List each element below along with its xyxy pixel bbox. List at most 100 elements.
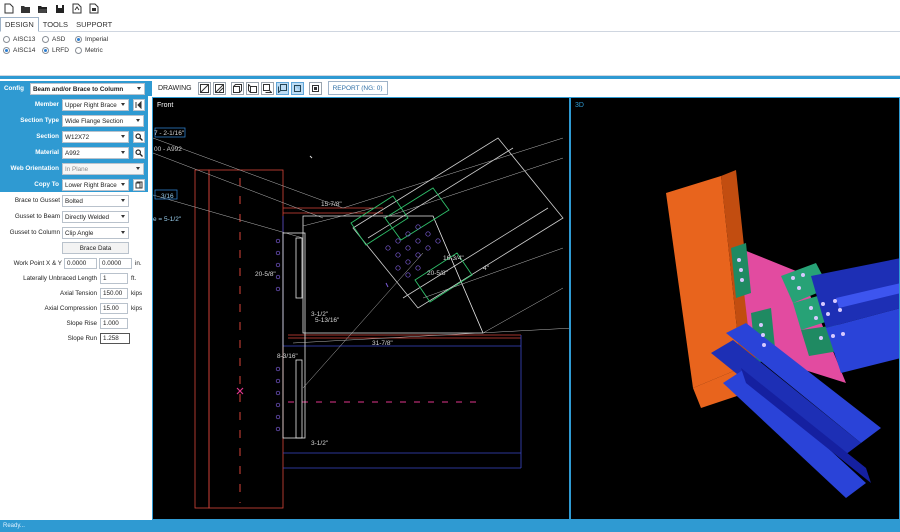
section-value: W12X72 bbox=[65, 133, 90, 141]
tab-support[interactable]: SUPPORT bbox=[72, 17, 116, 32]
brace-data-button[interactable]: Brace Data bbox=[62, 242, 129, 254]
dim-label-8: 5-13/16" bbox=[315, 317, 340, 324]
section-type-value: Wide Flange Section bbox=[65, 117, 124, 125]
section-type-select[interactable]: Wide Flange Section bbox=[62, 115, 144, 127]
chevron-down-icon bbox=[121, 151, 125, 154]
arrow-icon bbox=[135, 101, 142, 109]
material-search-button[interactable] bbox=[133, 147, 145, 159]
member-select[interactable]: Upper Right Brace bbox=[62, 99, 129, 111]
front-view-canvas[interactable]: 7 - 2-1/16" 00 - A992 3/16 e = 5-1/2" 15… bbox=[152, 97, 570, 520]
cube-icon bbox=[277, 83, 287, 93]
front-view-label: Front bbox=[157, 102, 174, 109]
radio-aisc14[interactable]: AISC14 bbox=[3, 47, 35, 54]
status-bar: Ready... bbox=[0, 520, 900, 532]
radio-indicator bbox=[75, 47, 82, 54]
cube-icon bbox=[232, 83, 242, 93]
copy-icon bbox=[135, 181, 143, 189]
axial-tension-unit: kips bbox=[131, 290, 143, 297]
config-select[interactable]: Beam and/or Brace to Column bbox=[30, 83, 145, 95]
cube-icon bbox=[293, 84, 301, 92]
save-icon[interactable] bbox=[53, 2, 66, 15]
radio-aisc13[interactable]: AISC13 bbox=[3, 36, 35, 43]
radio-label: ASD bbox=[52, 36, 66, 43]
work-point-x-input[interactable]: 0.0000 bbox=[64, 258, 97, 269]
tab-tools[interactable]: TOOLS bbox=[39, 17, 72, 32]
gusset-to-beam-select[interactable]: Directly Welded bbox=[62, 211, 129, 223]
drawing-label: DRAWING bbox=[158, 84, 192, 92]
slope-run-input[interactable]: 1.258 bbox=[100, 333, 130, 344]
radio-asd[interactable]: ASD bbox=[42, 36, 65, 43]
axial-compression-input[interactable]: 15.00 bbox=[100, 303, 128, 314]
axial-tension-input[interactable]: 150.00 bbox=[100, 288, 128, 299]
material-select[interactable]: A992 bbox=[62, 147, 129, 159]
gusset-to-beam-value: Directly Welded bbox=[65, 213, 109, 221]
chevron-down-icon bbox=[121, 231, 125, 234]
column-outline bbox=[194, 169, 521, 509]
radio-label: Metric bbox=[85, 47, 103, 54]
view-iso2-button[interactable] bbox=[245, 81, 259, 95]
new-icon[interactable] bbox=[2, 2, 15, 15]
view-3d-button[interactable] bbox=[308, 81, 322, 95]
cube-icon bbox=[247, 83, 257, 93]
work-point-label: Work Point X & Y bbox=[13, 260, 62, 267]
status-text: Ready... bbox=[3, 523, 25, 529]
report-tab[interactable]: REPORT (NG: 0) bbox=[327, 81, 388, 95]
dim-label-1: 7 - 2-1/16" bbox=[154, 130, 185, 137]
unbraced-length-label: Laterally Unbraced Length bbox=[23, 275, 97, 282]
front-drawing: 7 - 2-1/16" 00 - A992 3/16 e = 5-1/2" 15… bbox=[153, 127, 569, 509]
radio-imperial[interactable]: Imperial bbox=[75, 36, 108, 43]
chevron-down-icon bbox=[136, 119, 140, 122]
web-orientation-value: In Plane bbox=[65, 165, 89, 173]
view-iso4-button[interactable] bbox=[275, 81, 289, 95]
dimension-lines bbox=[153, 137, 569, 389]
dim-label-14: 4" bbox=[483, 265, 490, 272]
brace-to-gusset-select[interactable]: Bolted bbox=[62, 195, 129, 207]
member-nav-button[interactable] bbox=[133, 99, 145, 111]
chevron-down-icon bbox=[121, 183, 125, 186]
print-icon[interactable] bbox=[87, 2, 100, 15]
section-type-label: Section Type bbox=[20, 117, 59, 124]
radio-label: AISC14 bbox=[13, 47, 36, 54]
radio-indicator bbox=[3, 47, 10, 54]
view-iso1-button[interactable] bbox=[230, 81, 244, 95]
axial-compression-label: Axial Compression bbox=[44, 305, 98, 312]
dim-label-13: 16-3/4" bbox=[443, 255, 464, 262]
view-iso5-button[interactable] bbox=[290, 81, 304, 95]
open-icon[interactable] bbox=[19, 2, 32, 15]
unbraced-length-input[interactable]: 1 bbox=[100, 273, 128, 284]
work-point-unit: in. bbox=[135, 260, 142, 267]
gusset-to-beam-label: Gusset to Beam bbox=[14, 213, 60, 220]
section-label: Section bbox=[36, 133, 59, 140]
gusset-plate bbox=[282, 215, 484, 439]
copy-button[interactable] bbox=[133, 179, 145, 191]
pdf-icon[interactable] bbox=[70, 2, 83, 15]
radio-lrfd[interactable]: LRFD bbox=[42, 47, 69, 54]
copy-to-select[interactable]: Lower Right Brace bbox=[62, 179, 129, 191]
ribbon-tabs: DESIGN TOOLS SUPPORT bbox=[0, 17, 900, 32]
tab-design[interactable]: DESIGN bbox=[0, 17, 39, 32]
radio-indicator bbox=[42, 36, 49, 43]
section-select[interactable]: W12X72 bbox=[62, 131, 129, 143]
dim-label-2: 00 - A992 bbox=[154, 146, 182, 153]
cube-icon bbox=[262, 83, 272, 93]
beam-outline bbox=[282, 216, 522, 469]
dim-label-9: 31-7/8" bbox=[372, 340, 393, 347]
3d-view-label: 3D bbox=[575, 102, 584, 109]
3d-view-canvas[interactable]: 3D bbox=[570, 97, 900, 520]
view-front-button[interactable] bbox=[197, 81, 211, 95]
radio-label: Imperial bbox=[85, 36, 109, 43]
view-iso3-button[interactable] bbox=[260, 81, 274, 95]
work-point-y-input[interactable]: 0.0000 bbox=[99, 258, 132, 269]
slope-rise-input[interactable]: 1.000 bbox=[100, 318, 128, 329]
view-side-button[interactable] bbox=[212, 81, 226, 95]
member-value: Upper Right Brace bbox=[65, 101, 117, 109]
section-search-button[interactable] bbox=[133, 131, 145, 143]
radio-metric[interactable]: Metric bbox=[75, 47, 103, 54]
slope-rise-label: Slope Rise bbox=[66, 320, 97, 327]
gusset-to-column-select[interactable]: Clip Angle bbox=[62, 227, 129, 239]
slope-run-label: Slope Run bbox=[67, 335, 97, 342]
dim-label-4: e = 5-1/2" bbox=[153, 216, 182, 223]
radio-indicator bbox=[75, 36, 82, 43]
open-folder-icon[interactable] bbox=[36, 2, 49, 15]
web-orientation-select[interactable]: In Plane bbox=[62, 163, 144, 175]
